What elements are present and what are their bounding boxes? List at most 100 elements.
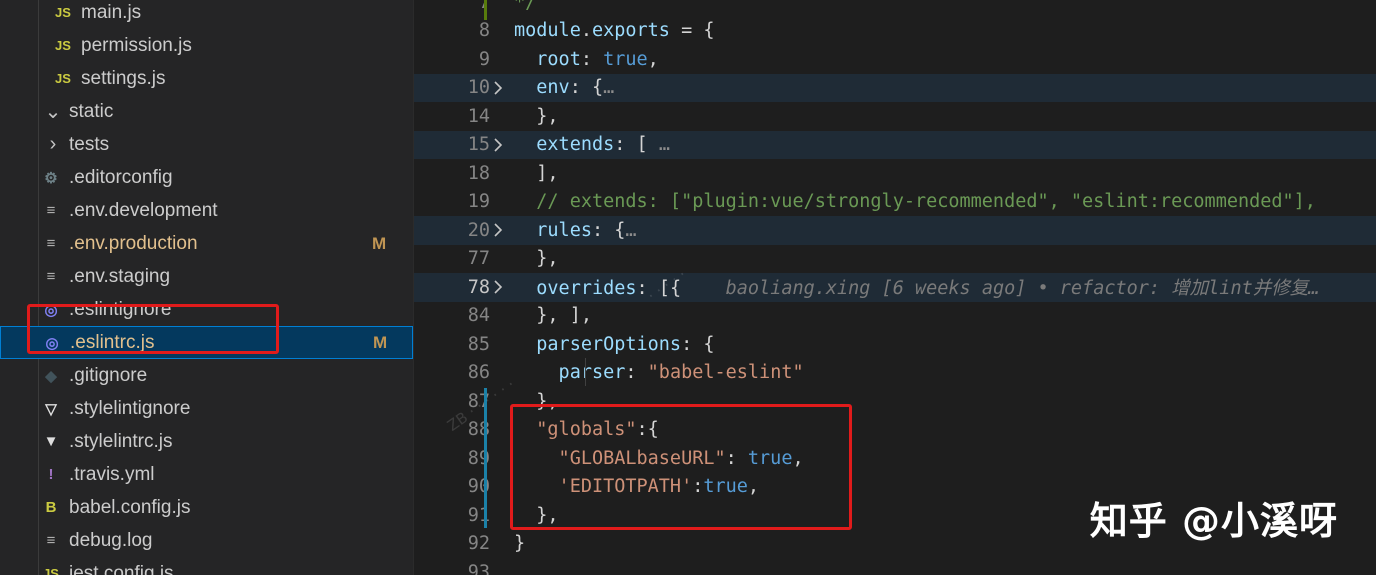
file-item[interactable]: ≡ .env.staging (0, 260, 413, 293)
file-item[interactable]: Bbabel.config.js (0, 491, 413, 524)
code-token: , (647, 48, 659, 70)
code-line[interactable]: 10 env: {… (414, 73, 1376, 102)
code-editor[interactable]: 7*/8module.exports = {9 root: true,10 en… (414, 0, 1376, 575)
code-line[interactable]: 14 }, (414, 102, 1376, 131)
line-number: 91 (467, 504, 490, 526)
indent-guide (585, 358, 586, 386)
lines-icon: ≡ (46, 235, 56, 252)
file-item[interactable]: ▼ .stylelintrc.js (0, 425, 413, 458)
file-item[interactable]: › tests (0, 128, 413, 161)
code-text: env: {… (514, 77, 614, 98)
file-item[interactable]: JS main.js (0, 0, 413, 29)
code-line[interactable]: 7 */ (414, 0, 1376, 17)
fold-chevron-icon[interactable] (490, 80, 506, 96)
code-text: module.exports = { (514, 20, 715, 41)
code-line[interactable]: 84 }, ], (414, 302, 1376, 331)
git-icon: ◆ (45, 367, 57, 385)
line-number: 18 (467, 162, 490, 184)
git-added-marker (484, 0, 487, 20)
file-name: debug.log (69, 529, 153, 551)
code-text: }, ], (514, 305, 592, 326)
file-name: main.js (81, 1, 142, 23)
git-blame-annotation: baoliang.xing [6 weeks ago] • refactor: … (681, 278, 1320, 300)
code-line[interactable]: 8 module.exports = { (414, 17, 1376, 46)
line-number: 78 (467, 276, 490, 298)
file-item[interactable]: ◆ .gitignore (0, 359, 413, 392)
code-line[interactable]: 15 extends: [ … (414, 130, 1376, 159)
code-token: root (514, 48, 581, 70)
line-number: 85 (467, 333, 490, 355)
code-line[interactable]: 18 ], (414, 159, 1376, 188)
line-number: 8 (478, 20, 490, 42)
js-icon: JS (55, 38, 71, 53)
line-number: 10 (467, 77, 490, 99)
line-number: 90 (467, 476, 490, 498)
code-token: }, ], (514, 305, 592, 327)
code-token: rules (514, 219, 592, 241)
code-token: : (625, 362, 648, 384)
fold-chevron-icon[interactable] (490, 137, 506, 153)
line-number: 20 (467, 219, 490, 241)
file-item[interactable]: ⚙ .editorconfig (0, 161, 413, 194)
code-line[interactable]: 20 rules: {… (414, 216, 1376, 245)
code-token: parserOptions (514, 333, 682, 355)
gear-icon: ⚙ (44, 169, 58, 187)
code-token: : { (591, 219, 626, 241)
code-line[interactable]: 85 parserOptions: { (414, 330, 1376, 359)
code-token: */ (514, 0, 537, 13)
line-number: 84 (467, 305, 490, 327)
lines-icon: ≡ (46, 532, 56, 549)
code-token: … (658, 134, 670, 156)
file-name: .env.production (69, 232, 198, 254)
file-name: .stylelintrc.js (69, 430, 173, 452)
line-number: 89 (467, 447, 490, 469)
code-text: } (514, 533, 525, 554)
watermark: 知乎 @小溪呀 (1089, 499, 1338, 543)
file-item[interactable]: ⌄ static (0, 95, 413, 128)
line-number: 93 (467, 561, 490, 575)
fold-chevron-icon[interactable] (490, 279, 506, 295)
line-number: 9 (478, 48, 490, 70)
file-item[interactable]: ≡ debug.log (0, 524, 413, 557)
code-text: // extends: ["plugin:vue/strongly-recomm… (514, 191, 1316, 212)
code-line[interactable]: 86 parser: "babel-eslint" (414, 359, 1376, 388)
code-line[interactable]: 77 }, (414, 245, 1376, 274)
code-token: : (580, 48, 604, 70)
code-line[interactable]: 78 overrides: [{ baoliang.xing [6 weeks … (414, 273, 1376, 302)
code-line[interactable]: 9 root: true, (414, 45, 1376, 74)
chevron-right-icon: › (49, 133, 57, 155)
file-item[interactable]: ≡ .env.development (0, 194, 413, 227)
code-text: */ (514, 0, 536, 13)
babel-icon: B (45, 499, 57, 516)
lines-icon: ≡ (46, 202, 56, 219)
code-line[interactable]: 93 (414, 558, 1376, 575)
code-text: root: true, (514, 49, 659, 70)
file-item[interactable]: JS permission.js (0, 29, 413, 62)
fold-chevron-icon[interactable] (490, 222, 506, 238)
file-item[interactable]: JS settings.js (0, 62, 413, 95)
file-name: jest.config.js (69, 562, 174, 575)
file-name: .env.development (69, 199, 218, 221)
code-text: }, (514, 106, 558, 127)
file-item[interactable]: JS jest.config.js (0, 557, 413, 575)
file-name: tests (69, 133, 110, 155)
line-number: 7 (430, 0, 490, 13)
file-name: settings.js (81, 67, 166, 89)
file-item[interactable]: ≡ .env.production M (0, 227, 413, 260)
code-token: module (514, 20, 581, 42)
code-token: overrides (514, 278, 637, 300)
code-text: overrides: [{ baoliang.xing [6 weeks ago… (514, 274, 1319, 300)
code-token: … (625, 219, 637, 241)
line-number: 15 (467, 134, 490, 156)
code-token: extends (514, 134, 615, 156)
code-line[interactable]: 19 // extends: ["plugin:vue/strongly-rec… (414, 188, 1376, 217)
stylelint-icon: ▽ (45, 400, 57, 418)
line-number: 14 (467, 105, 490, 127)
exclamation-icon: ! (48, 466, 54, 483)
file-item[interactable]: ! .travis.yml (0, 458, 413, 491)
file-item[interactable]: ▽ .stylelintignore (0, 392, 413, 425)
git-status-badge: M (372, 233, 387, 253)
code-token: parser (514, 362, 626, 384)
file-name: .stylelintignore (69, 397, 191, 419)
code-token: env (514, 77, 570, 99)
